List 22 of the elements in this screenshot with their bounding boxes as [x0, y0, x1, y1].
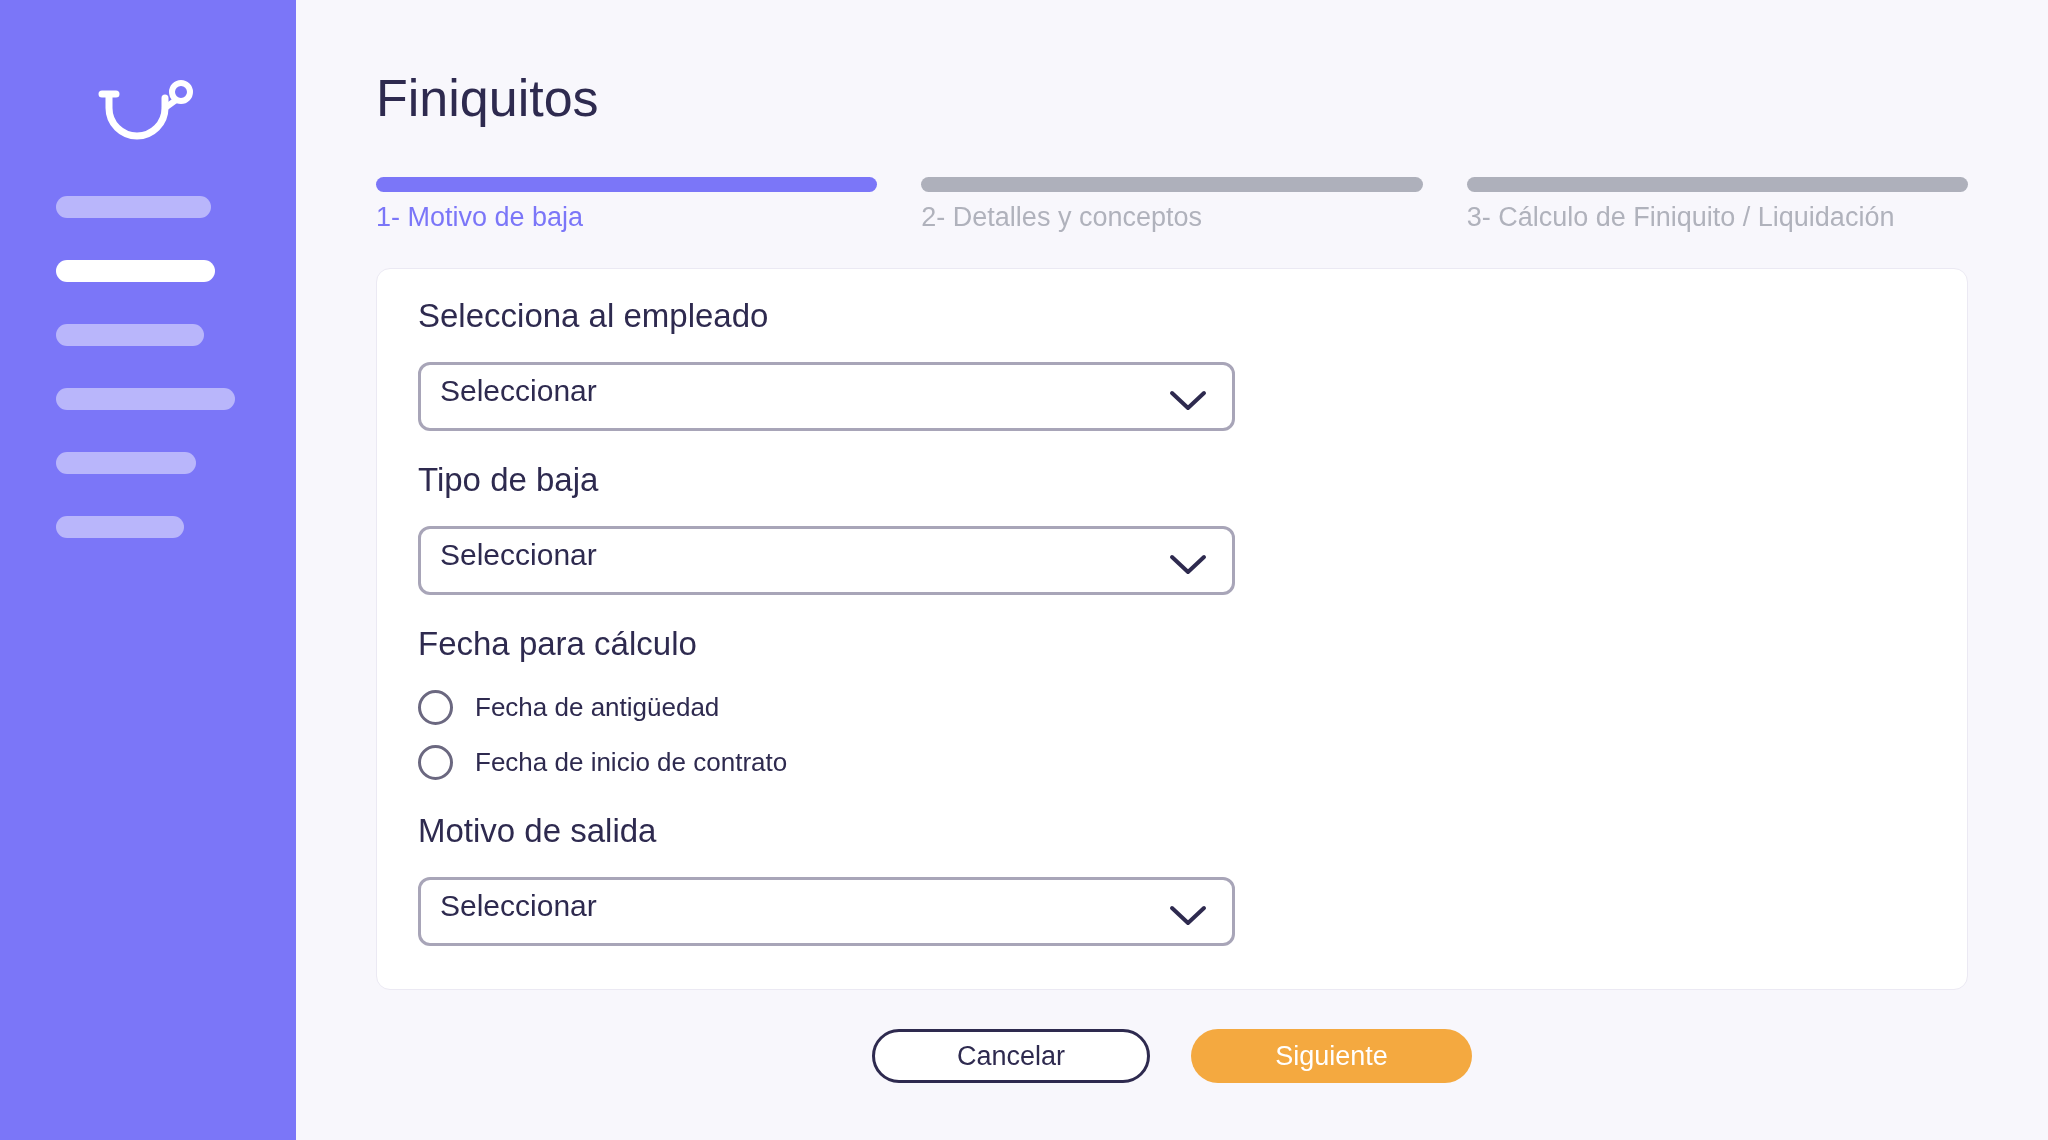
nav-item[interactable] [56, 324, 204, 346]
page-title: Finiquitos [376, 68, 599, 128]
select-dropdown[interactable]: Seleccionar [418, 526, 1235, 595]
cancel-button[interactable]: Cancelar [872, 1029, 1150, 1083]
radio-option[interactable]: Fecha de inicio de contrato [418, 742, 1967, 782]
nav-item[interactable] [56, 196, 211, 218]
select-dropdown[interactable]: Seleccionar [418, 877, 1235, 946]
field-label: Tipo de baja [418, 460, 600, 500]
radio-button[interactable] [418, 689, 453, 725]
field-label: Selecciona al empleado [418, 296, 770, 336]
chevron-down-icon [1168, 552, 1208, 577]
chevron-down-icon [1168, 388, 1208, 413]
nav-item[interactable] [56, 260, 215, 282]
nav-item[interactable] [56, 452, 196, 474]
radio-option[interactable]: Fecha de antigüedad [418, 687, 1967, 727]
nav-item[interactable] [56, 388, 235, 410]
field-label: Fecha para cálculo [418, 624, 698, 664]
radio-button[interactable] [418, 744, 453, 780]
select-dropdown[interactable]: Seleccionar [418, 362, 1235, 431]
field-label: Motivo de salida [418, 811, 658, 851]
nav-item[interactable] [56, 516, 184, 538]
chevron-down-icon [1168, 903, 1208, 928]
